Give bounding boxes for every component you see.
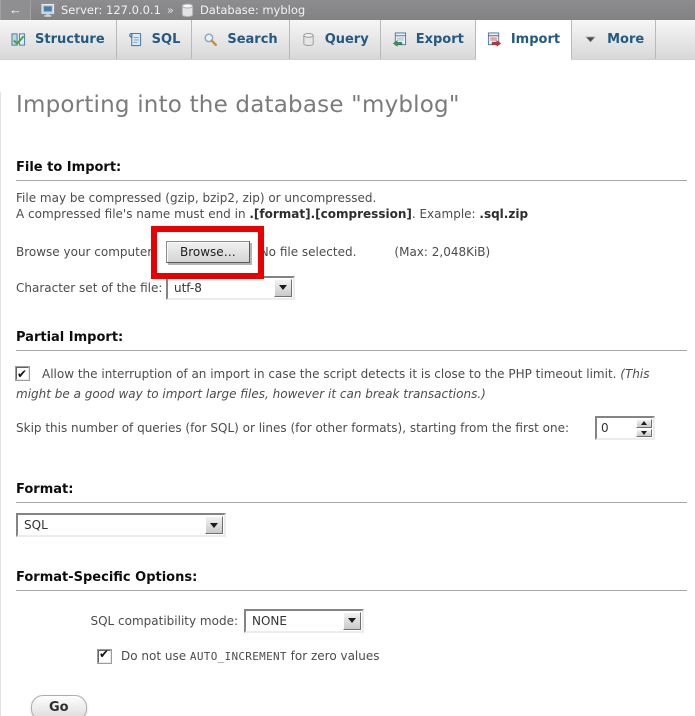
tab-more[interactable]: More [572,20,656,59]
import-icon [487,32,502,47]
charset-selected-value: utf-8 [168,278,273,298]
stepper-down-button[interactable] [636,429,652,438]
breadcrumb-separator: » [167,3,174,17]
search-icon [203,32,218,47]
skip-queries-row: Skip this number of queries (for SQL) or… [16,416,689,440]
server-icon [41,3,56,18]
tab-import[interactable]: Import [476,20,572,60]
auto-increment-row: ✔ Do not use AUTO_INCREMENT for zero val… [98,649,689,663]
tab-label: More [607,32,644,47]
charset-row: Character set of the file: utf-8 [16,275,689,300]
database-icon [180,3,195,18]
tab-bar-filler [656,20,695,59]
file-to-import-heading: File to Import: [16,160,687,181]
format-select[interactable]: SQL [16,513,226,537]
breadcrumb-database[interactable]: Database: myblog [200,3,305,17]
breadcrumb-bar: ← Server: 127.0.0.1 » Database: myblog [0,0,695,20]
sql-compatibility-label: SQL compatibility mode: [16,614,244,628]
skip-queries-input[interactable] [597,418,635,438]
tab-structure[interactable]: Structure [0,20,117,59]
tab-label: Import [511,32,560,47]
tab-label: Structure [35,32,105,47]
auto-increment-label: Do not use AUTO_INCREMENT for zero value… [121,649,380,663]
allow-interruption-checkbox[interactable]: ✔ [16,367,29,380]
stepper-up-button[interactable] [636,419,652,428]
browse-label: Browse your computer: [16,245,166,259]
max-size-text: (Max: 2,048KiB) [394,245,490,259]
import-form: Importing into the database "myblog" Fil… [0,92,695,716]
format-row: SQL [16,513,689,537]
tab-search[interactable]: Search [192,20,289,59]
format-heading: Format: [16,482,687,503]
allow-interruption-label: Allow the interruption of an import in c… [42,367,620,381]
tab-sql[interactable]: SQL [117,20,193,59]
no-file-text: No file selected. [260,245,357,259]
go-button[interactable]: Go [31,695,87,716]
sql-compatibility-selected-value: NONE [246,611,342,631]
stepper-buttons [636,419,652,437]
format-specific-options-heading: Format-Specific Options: [16,570,687,591]
skip-queries-stepper[interactable] [595,416,655,440]
auto-increment-checkbox[interactable]: ✔ [98,650,111,663]
tab-export[interactable]: Export [381,20,476,59]
breadcrumb-server[interactable]: Server: 127.0.0.1 [61,3,161,17]
sql-icon [128,32,143,47]
allow-interruption-row: ✔ Allow the interruption of an import in … [16,364,688,404]
chevron-down-icon [583,32,598,47]
charset-label: Character set of the file: [16,281,166,295]
checkmark-icon: ✔ [17,364,27,384]
tab-label: Export [416,32,464,47]
tab-query[interactable]: Query [290,20,381,59]
skip-queries-label: Skip this number of queries (for SQL) or… [16,421,569,435]
charset-select[interactable]: utf-8 [166,276,295,300]
dropdown-arrow-icon[interactable] [205,516,223,534]
tab-label: SQL [152,32,181,47]
checkmark-icon: ✔ [99,647,109,661]
tab-bar: Structure SQL Search [0,20,695,60]
dropdown-arrow-icon[interactable] [274,279,292,297]
query-icon [301,32,316,47]
phpmyadmin-import-page: ← Server: 127.0.0.1 » Database: myblog [0,0,695,716]
compression-hint: File may be compressed (gzip, bzip2, zip… [16,190,689,222]
format-selected-value: SQL [18,515,204,535]
tab-label: Search [227,32,277,47]
back-button[interactable]: ← [0,0,31,20]
page-title: Importing into the database "myblog" [16,92,689,118]
dropdown-arrow-icon[interactable] [343,612,361,630]
partial-import-heading: Partial Import: [16,330,687,351]
structure-icon [11,32,26,47]
sql-compatibility-select[interactable]: NONE [244,609,364,633]
export-icon [392,32,407,47]
browse-button[interactable]: Browse… [166,241,250,263]
tab-label: Query [325,32,369,47]
browse-row: Browse your computer: Browse… No file se… [16,239,689,265]
sql-compatibility-row: SQL compatibility mode: NONE [16,608,689,633]
